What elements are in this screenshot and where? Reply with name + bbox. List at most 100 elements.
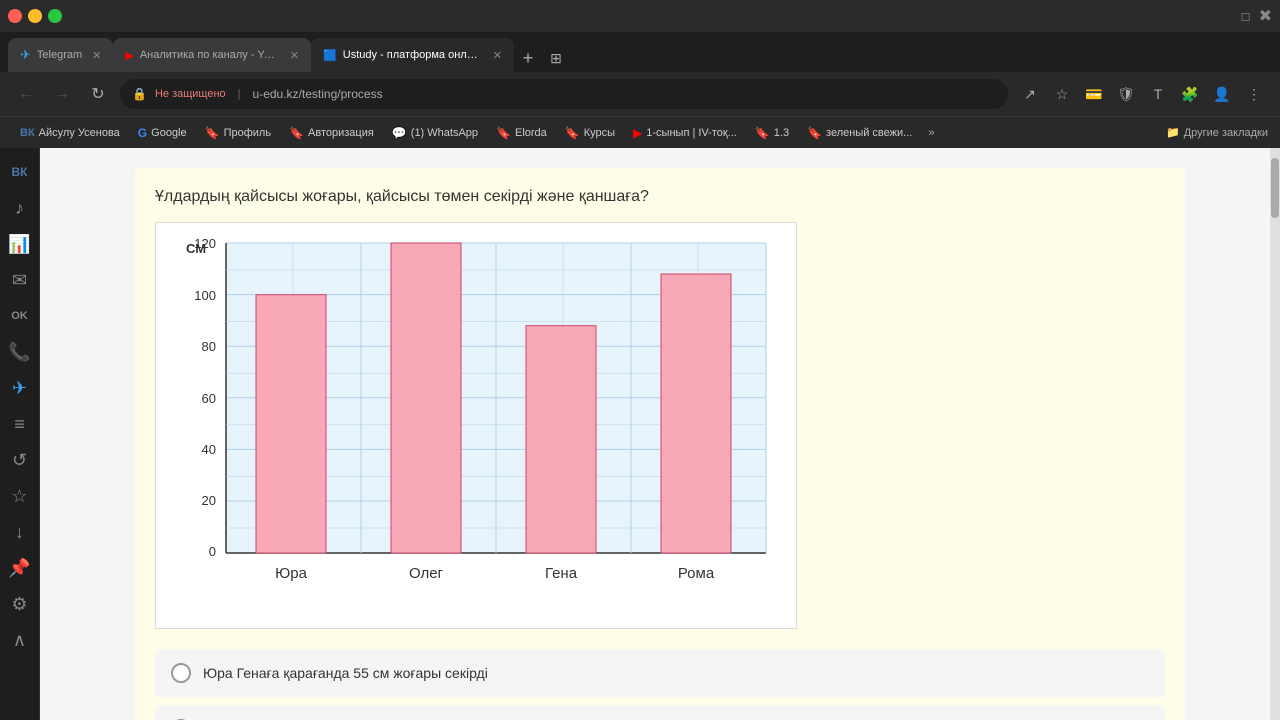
quiz-container: Ұлдардың қайсысы жоғары, қайсысы төмен с…: [135, 168, 1185, 720]
bookmark-profile-label: Профиль: [224, 127, 272, 139]
shield-icon[interactable]: 🛡: [1112, 80, 1140, 108]
bookmark-elorda[interactable]: 🔖 Elorda: [488, 124, 555, 142]
bookmark-auth[interactable]: 🔖 Авторизация: [281, 124, 382, 142]
bookmarks-more-button[interactable]: »: [922, 125, 940, 141]
sidebar-item-pin[interactable]: 📌: [4, 552, 36, 584]
tab-youtube[interactable]: ▶ Аналитика по каналу - YouT... ✕: [113, 38, 311, 72]
green-icon: 🔖: [807, 126, 822, 140]
minimize-button[interactable]: [28, 9, 42, 23]
vk-icon: ВК: [20, 127, 35, 139]
close-button[interactable]: [8, 9, 22, 23]
svg-text:Гена: Гена: [545, 565, 578, 582]
bar-chart: 120 100 80 60 40 20 0 СМ: [166, 233, 786, 613]
sidebar-item-music[interactable]: ♪: [4, 192, 36, 224]
extensions-button[interactable]: 🧩: [1176, 80, 1204, 108]
other-bookmarks-label: Другие закладки: [1184, 127, 1268, 139]
url-text: u-edu.kz/testing/process: [253, 87, 996, 101]
telegram-tab-close[interactable]: ✕: [92, 49, 101, 62]
sidebar-item-analytics[interactable]: 📊: [4, 228, 36, 260]
ustudy-tab-label: Ustudy - платформа онлайн...: [343, 49, 483, 61]
bookmark-google[interactable]: G Google: [130, 124, 195, 142]
sidebar-item-list[interactable]: ≡: [4, 408, 36, 440]
bookmark-thirteen[interactable]: 🔖 1.3: [747, 124, 797, 142]
bookmark-auth-label: Авторизация: [308, 127, 374, 139]
svg-text:0: 0: [209, 544, 216, 559]
translate-button[interactable]: T: [1144, 80, 1172, 108]
svg-text:Олег: Олег: [409, 565, 444, 582]
nav-actions: ↗ ☆ 💳 🛡 T 🧩 👤 ⋮: [1016, 80, 1268, 108]
bookmark-elorda-label: Elorda: [515, 127, 547, 139]
sidebar-item-telegram[interactable]: ✈: [4, 372, 36, 404]
tab-menu-button[interactable]: ⊞: [542, 44, 570, 72]
telegram-tab-icon: ✈: [20, 47, 31, 63]
ustudy-tab-close[interactable]: ✕: [493, 49, 502, 62]
chart-wrapper: 120 100 80 60 40 20 0 СМ: [155, 222, 797, 629]
bookmark-grade1-label: 1-сынып | IV-тоқ...: [646, 127, 737, 139]
address-bar[interactable]: 🔒 Не защищено | u-edu.kz/testing/process: [120, 79, 1008, 109]
bookmark-green-label: зеленый свежи...: [826, 127, 912, 139]
bar-gena: [526, 326, 596, 553]
bookmark-whatsapp-label: (1) WhatsApp: [411, 127, 478, 139]
profile-button[interactable]: 👤: [1208, 80, 1236, 108]
svg-text:Рома: Рома: [678, 565, 715, 582]
bookmark-vk[interactable]: ВК Айсулу Усенова: [12, 125, 128, 141]
sidebar-item-calls[interactable]: 📞: [4, 336, 36, 368]
elorda-icon: 🔖: [496, 126, 511, 140]
thirteen-icon: 🔖: [755, 126, 770, 140]
bookmark-thirteen-label: 1.3: [774, 127, 789, 139]
bookmark-whatsapp[interactable]: 💬 (1) WhatsApp: [384, 124, 486, 142]
restore-button[interactable]: ◻: [1241, 9, 1251, 23]
sidebar-item-settings[interactable]: ⚙: [4, 588, 36, 620]
reload-button[interactable]: ↻: [84, 80, 112, 108]
scrollbar-thumb[interactable]: [1271, 158, 1279, 218]
sidebar-item-history[interactable]: ↺: [4, 444, 36, 476]
sidebar-item-collapse[interactable]: ∧: [4, 624, 36, 656]
share-button[interactable]: ↗: [1016, 80, 1044, 108]
sidebar-item-favorites[interactable]: ☆: [4, 480, 36, 512]
bookmark-grade1[interactable]: ▶ 1-сынып | IV-тоқ...: [625, 124, 745, 142]
forward-button[interactable]: →: [48, 80, 76, 108]
fullscreen-button[interactable]: ✖: [1259, 6, 1272, 26]
other-bookmarks[interactable]: 📁 Другие закладки: [1166, 126, 1268, 139]
main-layout: ВК ♪ 📊 ✉ OK 📞 ✈ ≡ ↺ ☆ ↓ 📌 ⚙ ∧ Ұлдардың қ…: [0, 148, 1280, 720]
sidebar-item-vk[interactable]: ВК: [4, 156, 36, 188]
wallet-icon[interactable]: 💳: [1080, 80, 1108, 108]
svg-text:40: 40: [202, 442, 216, 457]
sidebar-item-ok[interactable]: OK: [4, 300, 36, 332]
sidebar-item-mail[interactable]: ✉: [4, 264, 36, 296]
bookmark-google-label: Google: [151, 127, 186, 139]
youtube-tab-close[interactable]: ✕: [290, 49, 299, 62]
tab-ustudy[interactable]: 🟦 Ustudy - платформа онлайн... ✕: [311, 38, 514, 72]
sidebar-item-downloads[interactable]: ↓: [4, 516, 36, 548]
bookmark-profile[interactable]: 🔖 Профиль: [197, 124, 279, 142]
bar-roma: [661, 274, 731, 553]
answer-option-2[interactable]: Олег Генаға қарағанда 45 см жоғары секір…: [155, 705, 1165, 720]
bar-oleg: [391, 243, 461, 553]
tab-bar: ✈ Telegram ✕ ▶ Аналитика по каналу - You…: [0, 32, 1280, 72]
scrollbar-track[interactable]: [1270, 148, 1280, 720]
menu-button[interactable]: ⋮: [1240, 80, 1268, 108]
question-text: Ұлдардың қайсысы жоғары, қайсысы төмен с…: [155, 188, 1165, 206]
youtube-tab-icon: ▶: [125, 49, 133, 62]
radio-button-1[interactable]: [171, 663, 191, 683]
bookmark-button[interactable]: ☆: [1048, 80, 1076, 108]
tab-telegram[interactable]: ✈ Telegram ✕: [8, 38, 113, 72]
security-label: Не защищено: [155, 88, 226, 100]
bookmark-courses-label: Курсы: [584, 127, 615, 139]
answer-option-1[interactable]: Юра Генаға қарағанда 55 см жоғары секірд…: [155, 649, 1165, 697]
folder-icon: 📁: [1166, 126, 1180, 139]
svg-text:80: 80: [202, 339, 216, 354]
bookmarks-bar: ВК Айсулу Усенова G Google 🔖 Профиль 🔖 А…: [0, 116, 1280, 148]
maximize-button[interactable]: [48, 9, 62, 23]
back-button[interactable]: ←: [12, 80, 40, 108]
bookmark-courses[interactable]: 🔖 Курсы: [557, 124, 623, 142]
bookmark-green[interactable]: 🔖 зеленый свежи...: [799, 124, 920, 142]
browser-chrome: ◻ ✖ ✈ Telegram ✕ ▶ Аналитика по каналу -…: [0, 0, 1280, 148]
page-content: Ұлдардың қайсысы жоғары, қайсысы төмен с…: [40, 148, 1280, 720]
auth-bookmark-icon: 🔖: [289, 126, 304, 140]
svg-text:100: 100: [194, 288, 216, 303]
google-icon: G: [138, 126, 147, 140]
title-bar: ◻ ✖: [0, 0, 1280, 32]
ustudy-tab-icon: 🟦: [323, 49, 337, 62]
new-tab-button[interactable]: +: [514, 44, 542, 72]
